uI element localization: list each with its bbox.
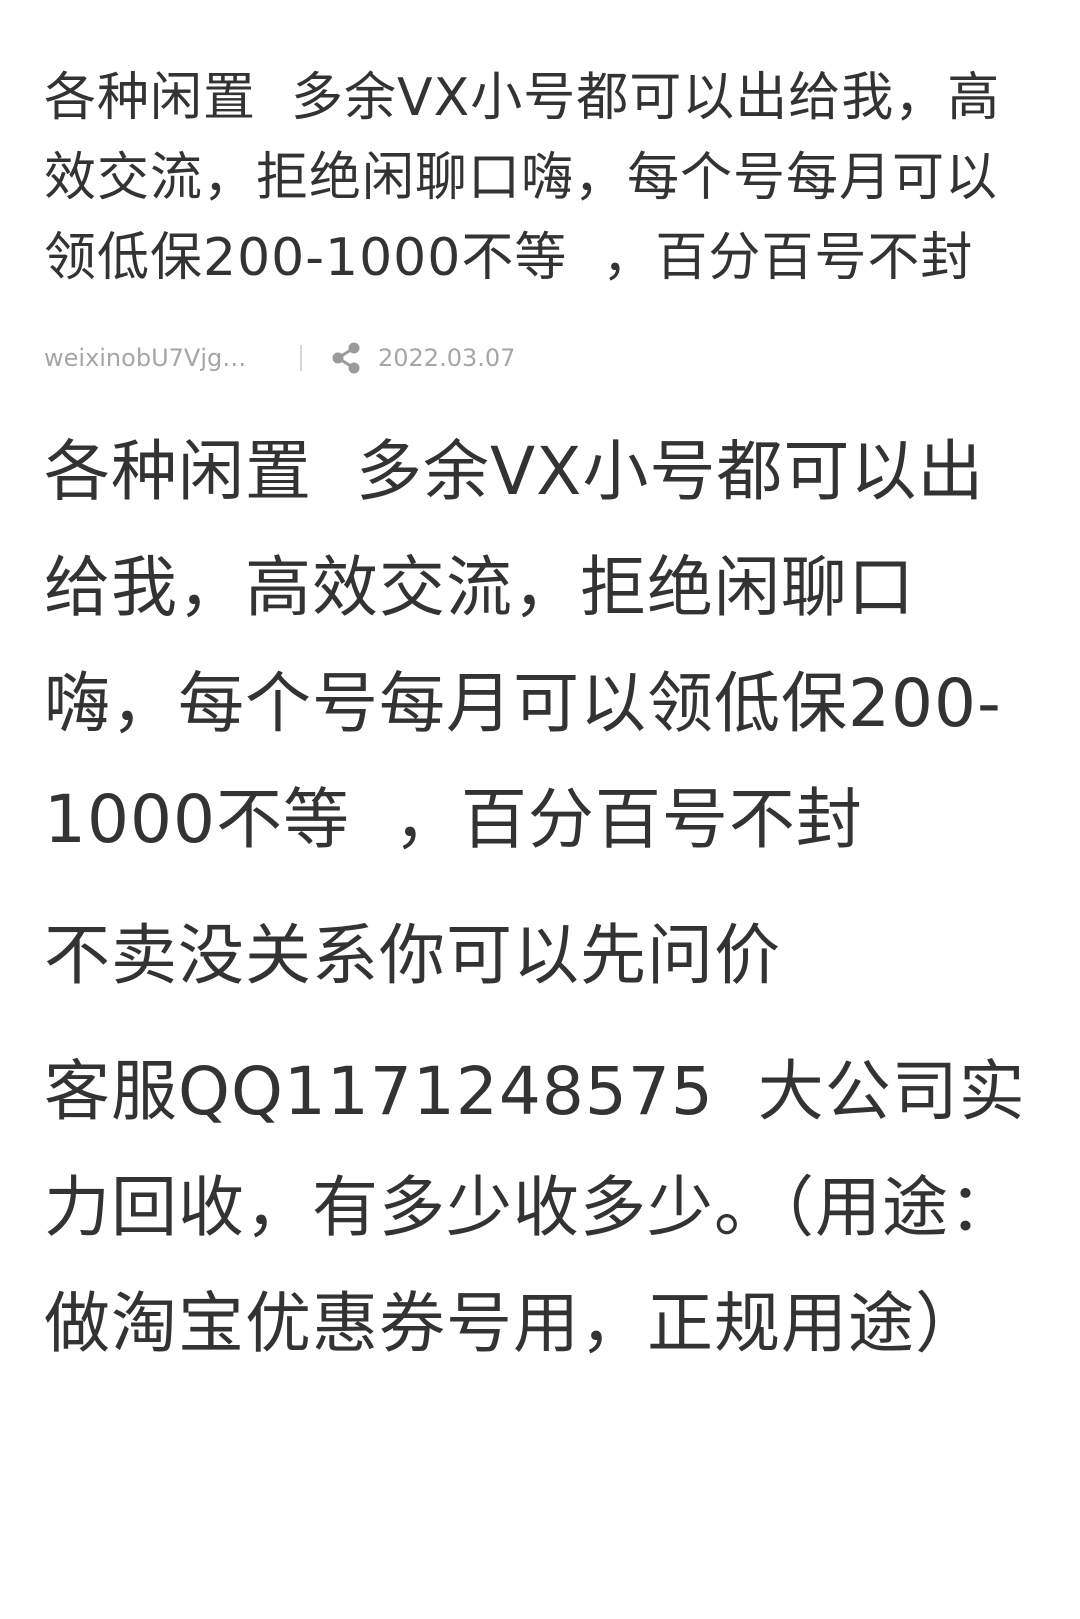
body-paragraph: 不卖没关系你可以先问价 [44,917,781,994]
author-name[interactable]: weixinobU7VjgHq... [44,344,264,372]
publish-date: 2022.03.07 [378,344,516,372]
meta-divider [300,345,302,371]
body-paragraph: 客服QQ1171248575 大公司实力回收，有多少收多少。（用途：做淘宝优惠券… [44,1053,1026,1362]
article-body: 各种闲置 多余VX小号都可以出给我，高效交流，拒绝闲聊口嗨，每个号每月可以领低保… [44,414,1038,1382]
share-button[interactable] [328,340,364,376]
share-icon [332,342,360,374]
article-meta: weixinobU7VjgHq... 2022.03.07 [44,338,1038,378]
body-paragraph: 各种闲置 多余VX小号都可以出给我，高效交流，拒绝闲聊口嗨，每个号每月可以领低保… [44,433,1002,858]
article-title: 各种闲置 多余VX小号都可以出给我，高效交流，拒绝闲聊口嗨，每个号每月可以领低保… [44,68,1001,288]
article-page: 各种闲置 多余VX小号都可以出给我，高效交流，拒绝闲聊口嗨，每个号每月可以领低保… [0,0,1080,1619]
